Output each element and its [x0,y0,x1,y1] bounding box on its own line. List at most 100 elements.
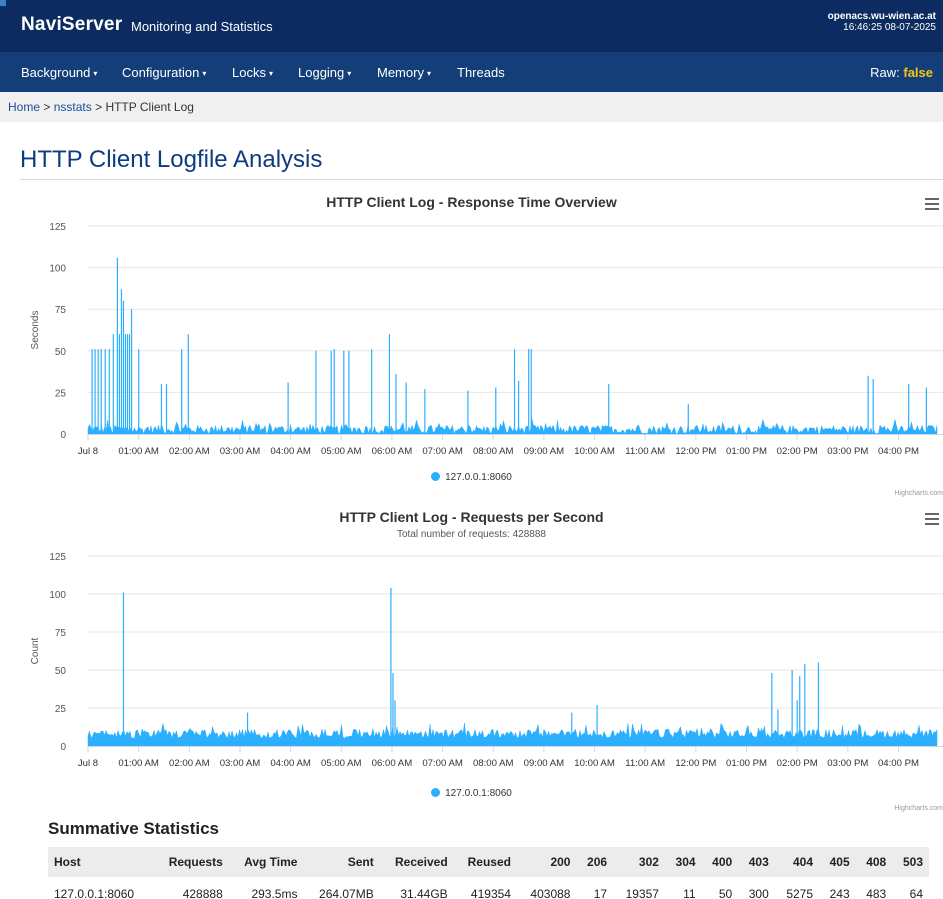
nav-memory[interactable]: Memory ▾ [377,65,431,80]
server-datetime: 16:46:25 08-07-2025 [843,22,936,33]
y-tick-label: 50 [55,666,67,677]
nav-label: Background [21,65,91,80]
raw-toggle[interactable]: Raw: false [870,65,933,80]
series-area [87,722,938,747]
table-cell: 64 [892,877,929,899]
chart-title: HTTP Client Log - Requests per Second [339,509,604,525]
column-header: Host [48,847,154,877]
chart-legend-item[interactable]: 127.0.0.1:8060 [0,472,943,483]
table-cell: 419354 [453,877,517,899]
nav-label: Locks [232,65,266,80]
circle-icon [431,788,441,797]
x-tick-label: 04:00 PM [878,758,919,769]
chart-subtitle: Total number of requests: 428888 [397,529,546,540]
hamburger-menu-icon[interactable] [925,513,939,525]
column-header: 405 [819,847,856,877]
host-info: openacs.wu-wien.ac.at 16:46:25 08-07-202… [828,11,936,33]
x-tick-label: 02:00 AM [169,446,210,457]
column-header: 206 [576,847,614,877]
x-tick-label: 04:00 AM [270,446,311,457]
column-header: 408 [855,847,893,877]
y-tick-label: 75 [55,305,67,316]
table-cell: 403088 [516,877,577,899]
brand-logo[interactable]: NaviServer [21,14,122,36]
y-tick-label: 50 [55,347,67,358]
x-tick-label: 05:00 AM [321,758,362,769]
nav-logging[interactable]: Logging ▾ [298,65,351,80]
response-time-plot: 0 25 50 75 100 125 Seconds Jul 8 01:00 AM 02:00 A… [30,222,943,457]
x-tick-label: 03:00 PM [827,446,868,457]
x-tick-label: Jul 8 [78,446,98,457]
x-tick-label: 02:00 PM [777,446,818,457]
nav-background[interactable]: Background ▾ [21,65,97,80]
chart-title: HTTP Client Log - Response Time Overview [326,194,617,210]
y-tick-label: 25 [55,704,67,715]
chart-credits[interactable]: Highcharts.com [894,490,943,497]
response-time-chart: 0 25 50 75 100 125 Seconds Jul 8 01:00 AM 02:00 A… [0,188,943,504]
x-tick-label: 03:00 PM [827,758,868,769]
y-axis-label: Count [30,637,41,664]
breadcrumb-current: HTTP Client Log [105,100,194,114]
y-tick-label: 25 [55,388,67,399]
x-tick-label: 01:00 PM [726,758,767,769]
x-tick-label: 09:00 AM [524,446,565,457]
table-cell: 5275 [774,877,820,899]
page-title: HTTP Client Logfile Analysis [20,146,323,173]
legend-label: 127.0.0.1:8060 [445,472,512,483]
column-header: Reused [453,847,517,877]
table-cell: 243 [819,877,856,899]
nav-label: Threads [457,65,505,80]
brand-subtitle: Monitoring and Statistics [131,19,273,34]
nav-threads[interactable]: Threads [457,65,505,80]
chart-legend-item[interactable]: 127.0.0.1:8060 [0,788,943,799]
column-header: Requests [153,847,229,877]
requests-per-second-chart: 0 25 50 75 100 125 Count Jul 8 01:00 AM 02:00 AM 0… [0,504,943,816]
breadcrumb-separator: > [95,100,103,114]
x-tick-label: 08:00 AM [473,758,514,769]
summary-table: Host Requests Avg Time Sent Received Reused 20… [48,847,929,899]
table-header-row: Host Requests Avg Time Sent Received Reused 20… [48,847,929,877]
top-header: NaviServer Monitoring and Statistics ope… [0,0,943,52]
x-tick-label: 01:00 AM [118,758,159,769]
x-tick-label: 01:00 AM [118,446,159,457]
summary-title: Summative Statistics [48,819,220,838]
hostname: openacs.wu-wien.ac.at [827,11,936,22]
breadcrumb-separator: > [43,100,51,114]
x-tick-label: 06:00 AM [372,758,413,769]
x-tick-label: 11:00 AM [625,758,665,769]
x-tick-label: 03:00 AM [220,446,261,457]
chevron-down-icon: ▾ [93,69,98,78]
requests-per-second-plot: 0 25 50 75 100 125 Count Jul 8 01:00 AM 02:00 AM 0… [30,552,943,769]
chart-credits[interactable]: Highcharts.com [894,805,943,812]
x-tick-label: 02:00 PM [777,758,818,769]
hamburger-menu-icon[interactable] [925,198,939,210]
x-tick-label: 04:00 AM [270,758,311,769]
y-tick-label: 0 [60,430,66,441]
x-tick-label: 12:00 PM [675,758,716,769]
column-header: 403 [738,847,775,877]
y-tick-label: 75 [55,628,67,639]
table-cell: 483 [855,877,893,899]
y-tick-label: 125 [49,222,66,233]
nav-label: Memory [377,65,424,80]
nav-label: Configuration [122,65,200,80]
table-cell: 300 [738,877,775,899]
nav-configuration[interactable]: Configuration ▾ [122,65,206,80]
x-tick-label: 10:00 AM [574,446,615,457]
column-header: 400 [701,847,739,877]
nav-locks[interactable]: Locks ▾ [232,65,273,80]
y-tick-label: 100 [49,264,66,275]
table-cell: 264.07MB [303,877,380,899]
column-header: Avg Time [228,847,304,877]
y-tick-label: 100 [49,590,66,601]
chevron-down-icon: ▾ [347,69,352,78]
breadcrumb-home[interactable]: Home [8,100,40,114]
breadcrumb-nsstats[interactable]: nsstats [54,100,92,114]
column-header: 200 [516,847,577,877]
table-cell: 11 [664,877,702,899]
x-tick-label: 09:00 AM [524,758,565,769]
table-cell: 19357 [613,877,665,899]
table-cell: 17 [576,877,614,899]
x-tick-label: 07:00 AM [422,446,463,457]
x-tick-label: Jul 8 [78,758,98,769]
